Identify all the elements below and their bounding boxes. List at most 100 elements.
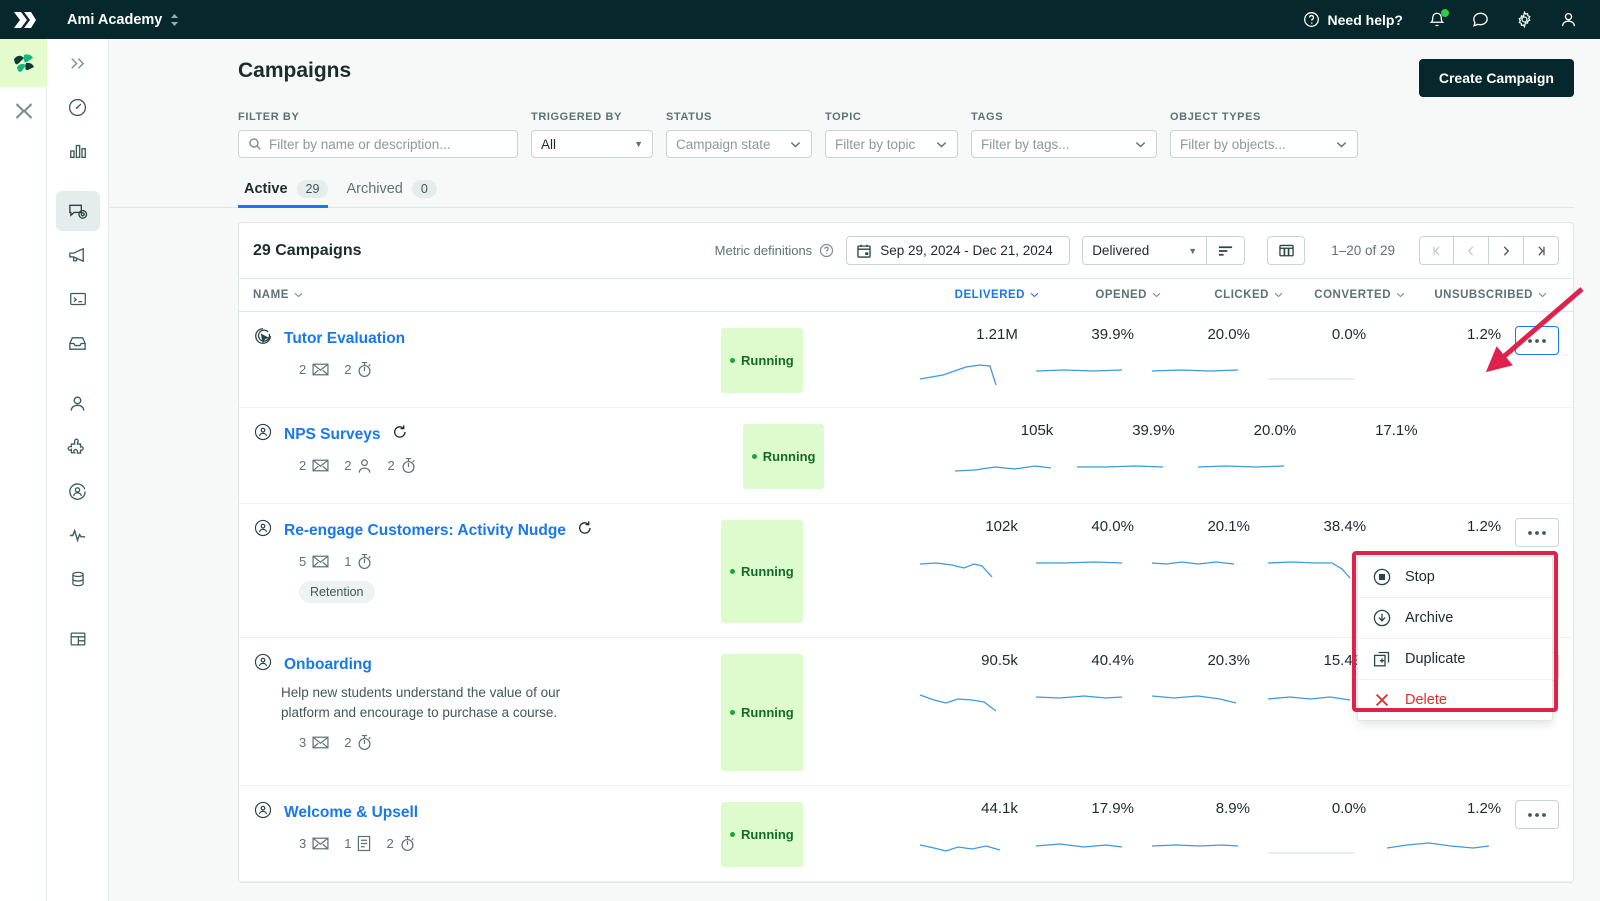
sidebar-item-people[interactable] (56, 383, 100, 423)
sparkline (1034, 683, 1134, 713)
column-header-delivered[interactable]: DELIVERED (917, 289, 1039, 301)
app-rail-item-close[interactable] (0, 87, 47, 135)
sidebar-item-layout[interactable] (56, 619, 100, 659)
sidebar-item-dashboard[interactable] (56, 87, 100, 127)
app-rail-item-leaf[interactable] (0, 39, 47, 87)
app-logo[interactable] (0, 10, 48, 30)
campaign-name-link[interactable]: Re-engage Customers: Activity Nudge (284, 522, 566, 540)
context-menu-item-stop[interactable]: Stop (1358, 557, 1552, 598)
chevron-updown-icon (170, 13, 179, 27)
sidebar-item-inbox[interactable] (56, 323, 100, 363)
person-circle-icon (253, 652, 273, 677)
people-icon (67, 393, 88, 414)
user-icon[interactable] (1559, 10, 1578, 29)
filter-label-status: STATUS (666, 111, 812, 123)
notification-badge (1441, 9, 1449, 17)
object-types-placeholder: Filter by objects... (1180, 137, 1286, 152)
tab-active-count: 29 (297, 180, 329, 198)
context-menu-item-delete[interactable]: Delete (1358, 680, 1552, 720)
sidebar-item-campaigns[interactable] (56, 191, 100, 231)
chat-icon[interactable] (1471, 10, 1490, 29)
top-bar: Ami Academy Need help? (0, 0, 1600, 39)
sidebar-item-broadcast[interactable] (56, 235, 100, 275)
sidebar-item-expand[interactable] (56, 43, 100, 83)
row-actions-button[interactable] (1515, 326, 1559, 355)
campaign-name-link[interactable]: Onboarding (284, 656, 372, 674)
duplicate-icon (1372, 649, 1392, 669)
timer-icon (400, 835, 415, 852)
person-circle-icon (253, 518, 273, 543)
column-header-clicked[interactable]: CLICKED (1161, 289, 1283, 301)
metric-opened: 39.9% (1053, 422, 1174, 489)
metric-clicked: 8.9% (1134, 800, 1250, 867)
meta-count: 2 (344, 735, 351, 750)
meta-count: 2 (344, 458, 351, 473)
campaign-name-link[interactable]: Tutor Evaluation (284, 330, 405, 348)
logo-icon (12, 10, 36, 30)
pagination-range: 1–20 of 29 (1331, 243, 1395, 258)
campaign-meta: 2 2 (299, 361, 721, 378)
create-campaign-button[interactable]: Create Campaign (1419, 59, 1574, 97)
metric-opened: 40.0% (1018, 518, 1134, 623)
context-menu-item-archive[interactable]: Archive (1358, 598, 1552, 639)
tab-active[interactable]: Active 29 (238, 180, 340, 207)
context-menu-item-duplicate[interactable]: Duplicate (1358, 639, 1552, 680)
status-dot-icon (752, 454, 757, 459)
sparkline (1150, 357, 1250, 387)
tags-select[interactable]: Filter by tags... (971, 130, 1157, 158)
sidebar-item-analytics[interactable] (56, 131, 100, 171)
sidebar-item-integrations[interactable] (56, 427, 100, 467)
columns-button[interactable] (1267, 236, 1305, 265)
prev-page-button[interactable] (1454, 236, 1489, 265)
metric-select[interactable]: Delivered ▼ (1082, 236, 1207, 265)
need-help-button[interactable]: Need help? (1303, 11, 1403, 28)
sidebar-item-activity[interactable] (56, 515, 100, 555)
sidebar-item-console[interactable] (56, 279, 100, 319)
metric-value: 40.4% (1091, 652, 1134, 669)
sort-button[interactable] (1207, 236, 1245, 265)
leaf-logo-icon (11, 50, 37, 76)
campaign-name-link[interactable]: Welcome & Upsell (284, 804, 418, 822)
email-icon (312, 555, 329, 568)
row-actions-button[interactable] (1515, 800, 1559, 829)
bell-icon[interactable] (1428, 11, 1446, 29)
column-header-opened[interactable]: OPENED (1039, 289, 1161, 301)
column-header-name[interactable]: NAME (253, 289, 753, 301)
row-actions-button[interactable] (1515, 518, 1559, 547)
sidebar-item-account[interactable] (56, 471, 100, 511)
triggered-by-value: All (541, 137, 556, 152)
date-range-picker[interactable]: Sep 29, 2024 - Dec 21, 2024 (846, 236, 1070, 265)
sidebar-item-data[interactable] (56, 559, 100, 599)
next-page-button[interactable] (1489, 236, 1524, 265)
tab-archived[interactable]: Archived 0 (340, 180, 448, 207)
metric-select-value: Delivered (1092, 243, 1149, 258)
filter-group-name: FILTER BY Filter by name or description.… (238, 111, 518, 158)
search-input[interactable]: Filter by name or description... (238, 130, 518, 158)
campaigns-icon (67, 201, 88, 222)
metric-value: 102k (985, 518, 1018, 535)
table-row[interactable]: Tutor Evaluation 2 2 Running 1 (239, 312, 1573, 408)
column-header-unsubscribed[interactable]: UNSUBSCRIBED (1405, 289, 1547, 301)
gear-icon[interactable] (1515, 10, 1534, 29)
status-placeholder: Campaign state (676, 137, 771, 152)
metric-value: 90.5k (981, 652, 1018, 669)
sparkline (918, 549, 1018, 579)
date-range-value: Sep 29, 2024 - Dec 21, 2024 (880, 243, 1053, 258)
metric-definitions-link[interactable]: Metric definitions (715, 243, 835, 258)
status-select[interactable]: Campaign state (666, 130, 812, 158)
last-page-button[interactable] (1524, 236, 1559, 265)
topic-select[interactable]: Filter by topic (825, 130, 958, 158)
campaign-name-link[interactable]: NPS Surveys (284, 426, 381, 444)
table-row[interactable]: Welcome & Upsell 3 1 2 Runn (239, 786, 1573, 882)
page-title: Campaigns (238, 59, 351, 83)
caret-down-icon: ▼ (1188, 246, 1197, 256)
object-types-select[interactable]: Filter by objects... (1170, 130, 1358, 158)
column-header-converted[interactable]: CONVERTED (1283, 289, 1405, 301)
filter-label-name: FILTER BY (238, 111, 518, 123)
triggered-by-select[interactable]: All ▼ (531, 130, 653, 158)
first-page-button[interactable] (1419, 236, 1454, 265)
sparkline (1266, 549, 1366, 579)
table-row[interactable]: NPS Surveys 2 2 2 (239, 408, 1573, 504)
chevron-down-icon (294, 292, 303, 298)
workspace-switcher[interactable]: Ami Academy (67, 12, 179, 28)
